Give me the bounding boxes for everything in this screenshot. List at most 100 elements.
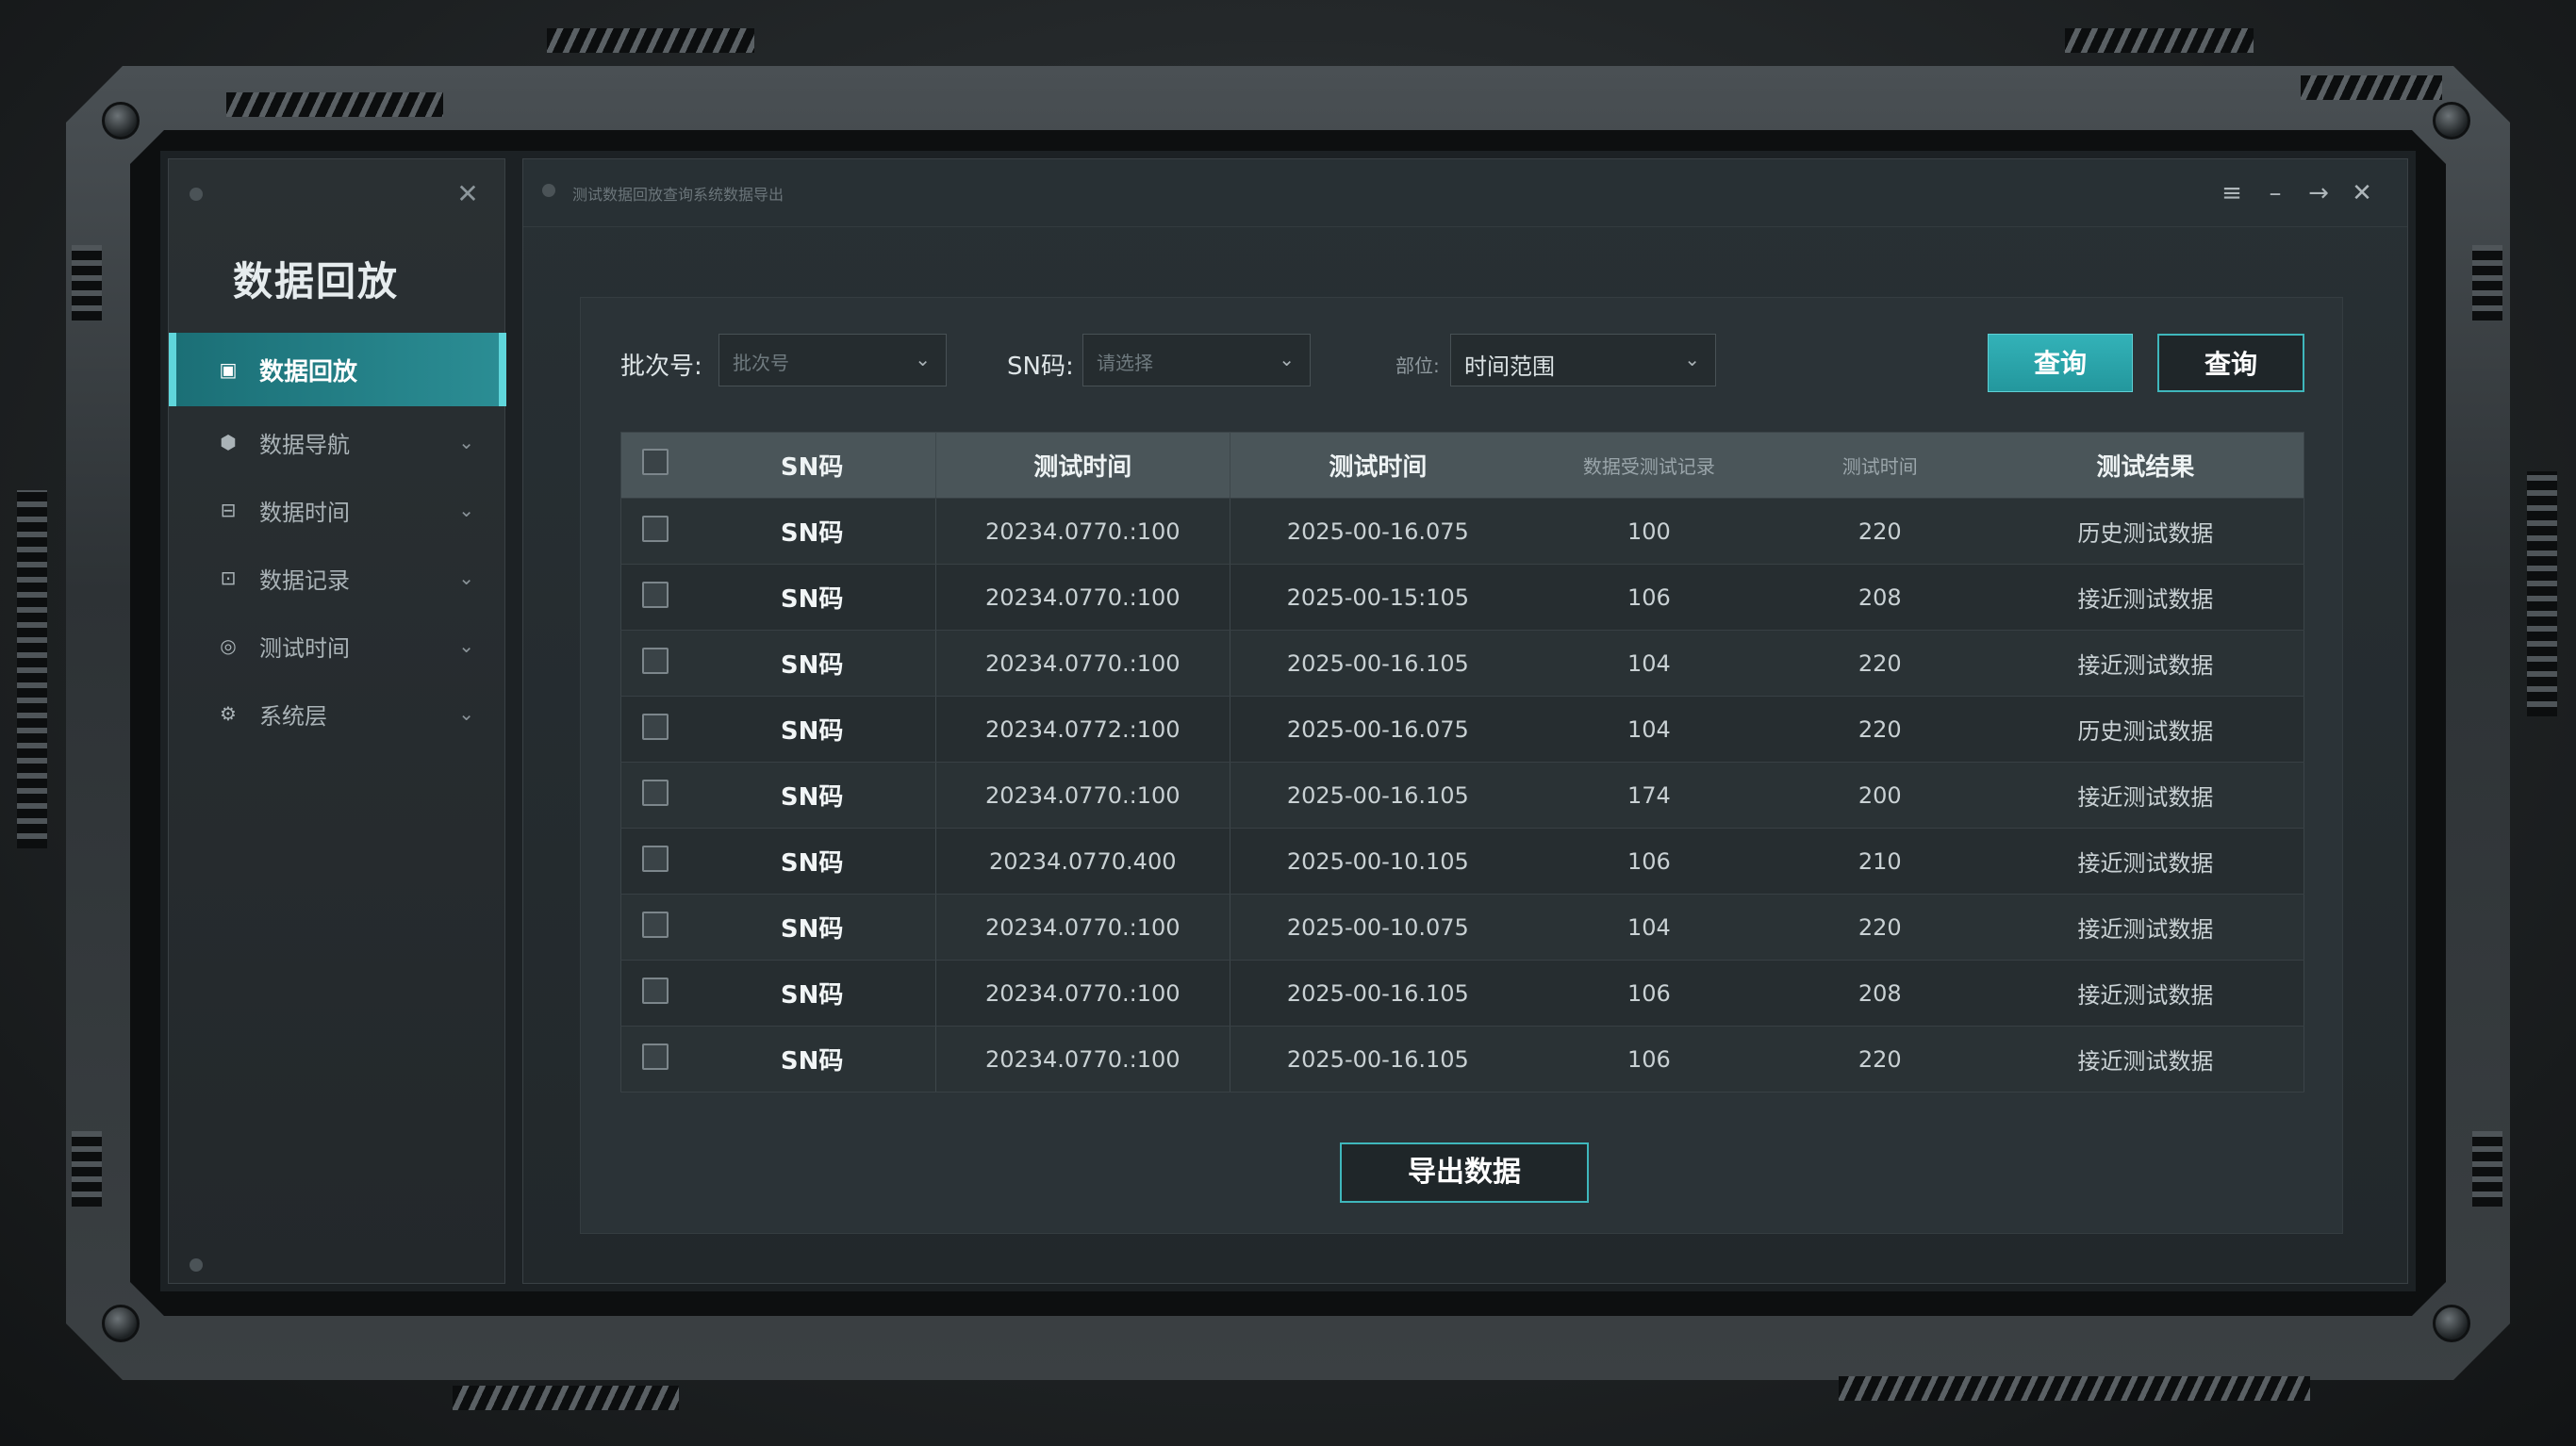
time-range-select[interactable]: 时间范围 ⌄ [1450, 334, 1716, 386]
chevron-down-icon: ⌄ [458, 431, 474, 453]
sidebar-item-data-time[interactable]: ⊟ 数据时间 ⌄ [169, 476, 506, 544]
row-checkbox-cell[interactable] [620, 762, 689, 829]
data-table: SN码 测试时间 测试时间 数据受测试记录 测试时间 测试结果 SN码 2023… [620, 432, 2304, 1093]
cell-result: 接近测试数据 [1987, 564, 2304, 631]
maximize-icon[interactable]: → [2307, 174, 2330, 212]
chevron-down-icon: ⌄ [458, 499, 474, 521]
cell-duration: 220 [1772, 1026, 1988, 1093]
row-checkbox-cell[interactable] [620, 630, 689, 697]
navigation-icon: ⬢ [220, 431, 237, 453]
record-icon: ⊡ [220, 567, 237, 589]
minimize-icon[interactable]: – [2264, 174, 2287, 212]
column-header[interactable]: 测试结果 [1987, 432, 2304, 499]
select-all-cell[interactable] [620, 432, 689, 499]
rivet-dot [190, 1258, 203, 1272]
row-checkbox-cell[interactable] [620, 894, 689, 961]
cell-sn: SN码 [688, 1026, 936, 1093]
sidebar-item-test-time[interactable]: ◎ 测试时间 ⌄ [169, 612, 506, 680]
layers-icon: ⚙ [220, 702, 237, 725]
cell-sn: SN码 [688, 630, 936, 697]
screen: ✕ 数据回放 ▣ 数据回放 ⬢ 数据导航 ⌄ ⊟ 数据时间 ⌄ ⊡ 数据记录 ⌄ [160, 151, 2416, 1291]
cell-record: 106 [1526, 1026, 1773, 1093]
cell-duration: 220 [1772, 696, 1988, 763]
sidebar-item-label: 数据记录 [259, 567, 350, 594]
close-icon[interactable]: ✕ [2351, 174, 2373, 212]
menu-icon[interactable]: ≡ [2221, 174, 2243, 212]
row-checkbox[interactable] [641, 581, 669, 608]
cell-result: 接近测试数据 [1987, 894, 2304, 961]
table-row[interactable]: SN码 20234.0770.:100 2025-00-10.075 104 2… [620, 894, 2304, 961]
row-checkbox[interactable] [641, 845, 669, 872]
row-checkbox[interactable] [641, 515, 669, 542]
cell-test-time: 20234.0770.:100 [935, 960, 1230, 1027]
row-checkbox-cell[interactable] [620, 1026, 689, 1093]
cell-duration: 208 [1772, 960, 1988, 1027]
sidebar-item-label: 数据回放 [259, 357, 358, 386]
sidebar-item-label: 数据导航 [259, 431, 350, 458]
row-checkbox-cell[interactable] [620, 498, 689, 565]
sidebar-item-data-record[interactable]: ⊡ 数据记录 ⌄ [169, 544, 506, 612]
cell-sn: SN码 [688, 960, 936, 1027]
row-checkbox[interactable] [641, 713, 669, 740]
table-row[interactable]: SN码 20234.0770.:100 2025-00-16.105 106 2… [620, 1026, 2304, 1093]
sn-label: SN码: [1007, 353, 1074, 381]
sidebar-item-data-playback[interactable]: ▣ 数据回放 [169, 333, 506, 406]
table-row[interactable]: SN码 20234.0770.:100 2025-00-15:105 106 2… [620, 564, 2304, 631]
vent-grille [2472, 245, 2502, 320]
row-checkbox[interactable] [641, 647, 669, 674]
column-header[interactable]: SN码 [688, 432, 936, 499]
chevron-down-icon: ⌄ [1279, 348, 1295, 370]
column-header[interactable]: 测试时间 [1772, 432, 1988, 499]
cell-duration: 220 [1772, 630, 1988, 697]
cell-test-time: 20234.0770.:100 [935, 564, 1230, 631]
row-checkbox[interactable] [641, 977, 669, 1004]
cell-test-time-2: 2025-00-16.105 [1230, 762, 1526, 829]
select-all-checkbox[interactable] [641, 449, 669, 475]
batch-placeholder: 批次号 [733, 352, 789, 374]
sidebar-title: 数据回放 [233, 258, 400, 304]
cell-duration: 210 [1772, 828, 1988, 895]
row-checkbox[interactable] [641, 911, 669, 938]
cell-sn: SN码 [688, 564, 936, 631]
cell-result: 接近测试数据 [1987, 1026, 2304, 1093]
row-checkbox[interactable] [641, 1043, 669, 1070]
sidebar-menu: ▣ 数据回放 ⬢ 数据导航 ⌄ ⊟ 数据时间 ⌄ ⊡ 数据记录 ⌄ ◎ 测试时间 [169, 333, 506, 748]
table-row[interactable]: SN码 20234.0770.:100 2025-00-16.075 100 2… [620, 498, 2304, 565]
sidebar-item-label: 系统层 [259, 702, 327, 730]
table-row[interactable]: SN码 20234.0772.:100 2025-00-16.075 104 2… [620, 696, 2304, 763]
table-row[interactable]: SN码 20234.0770.:100 2025-00-16.105 106 2… [620, 960, 2304, 1027]
row-checkbox-cell[interactable] [620, 828, 689, 895]
column-header[interactable]: 测试时间 [1230, 432, 1526, 499]
cell-duration: 220 [1772, 894, 1988, 961]
cell-test-time: 20234.0770.:100 [935, 762, 1230, 829]
query-button[interactable]: 查询 [1988, 334, 2133, 392]
row-checkbox-cell[interactable] [620, 960, 689, 1027]
cell-record: 100 [1526, 498, 1773, 565]
cell-test-time-2: 2025-00-16.105 [1230, 630, 1526, 697]
table-row[interactable]: SN码 20234.0770.:100 2025-00-16.105 174 2… [620, 762, 2304, 829]
sidebar-item-system-layer[interactable]: ⚙ 系统层 ⌄ [169, 680, 506, 748]
row-checkbox-cell[interactable] [620, 696, 689, 763]
cell-record: 104 [1526, 696, 1773, 763]
table-row[interactable]: SN码 20234.0770.:100 2025-00-16.105 104 2… [620, 630, 2304, 697]
batch-select[interactable]: 批次号 ⌄ [718, 334, 947, 386]
column-header[interactable]: 数据受测试记录 [1526, 432, 1773, 499]
vent-grille [72, 1131, 102, 1207]
row-checkbox-cell[interactable] [620, 564, 689, 631]
cell-record: 174 [1526, 762, 1773, 829]
cell-sn: SN码 [688, 762, 936, 829]
export-data-button[interactable]: 导出数据 [1340, 1142, 1589, 1203]
cell-test-time-2: 2025-00-16.075 [1230, 498, 1526, 565]
database-icon: ▣ [219, 358, 238, 381]
sidebar-collapse-icon[interactable]: ✕ [454, 180, 482, 208]
table-row[interactable]: SN码 20234.0770.400 2025-00-10.105 106 21… [620, 828, 2304, 895]
query-secondary-button[interactable]: 查询 [2157, 334, 2304, 392]
query-panel: 批次号: 批次号 ⌄ SN码: 请选择 ⌄ 部位: 时间范围 ⌄ 查询 查询 S… [580, 297, 2343, 1234]
column-header[interactable]: 测试时间 [935, 432, 1230, 499]
sidebar-item-data-navigation[interactable]: ⬢ 数据导航 ⌄ [169, 408, 506, 476]
chevron-down-icon: ⌄ [915, 348, 931, 370]
screw-icon [2433, 1305, 2470, 1342]
sn-select[interactable]: 请选择 ⌄ [1082, 334, 1311, 386]
cell-result: 接近测试数据 [1987, 960, 2304, 1027]
row-checkbox[interactable] [641, 779, 669, 806]
